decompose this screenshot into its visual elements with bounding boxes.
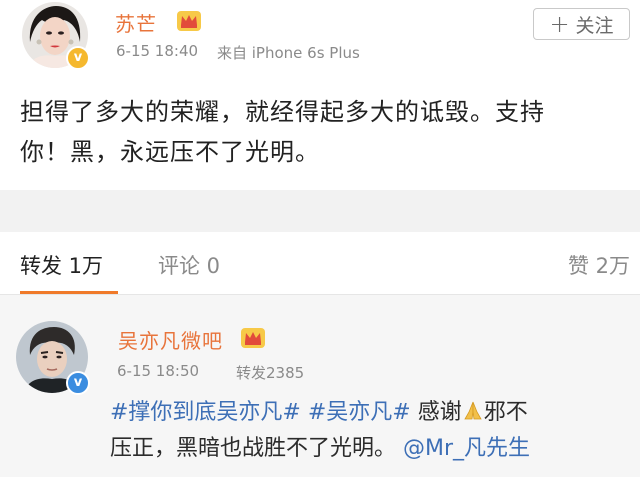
repost-text: #撑你到底吴亦凡# #吴亦凡# 感谢 邪不压正，黑暗也战胜不了光明。 @Mr_凡先… xyxy=(110,395,630,467)
crown-icon xyxy=(241,328,265,348)
post-source: 来自 iPhone 6s Plus xyxy=(217,44,360,62)
post-text: 担得了多大的荣耀，就经得起多大的诋毁。支持 你！黑，永远压不了光明。 xyxy=(20,92,620,172)
interaction-tabs: 转发 1万 评论 0 赞 2万 xyxy=(0,232,640,294)
post-time: 6-15 18:40 xyxy=(116,42,199,60)
repost-count[interactable]: 转发2385 xyxy=(236,362,304,383)
repost-author-name[interactable]: 吴亦凡微吧 xyxy=(118,325,223,354)
pray-icon xyxy=(464,401,482,420)
post-author-name[interactable]: 苏芒 xyxy=(115,8,157,37)
post-text-line-1: 担得了多大的荣耀，就经得起多大的诋毁。支持 xyxy=(20,98,545,126)
tab-comment[interactable]: 评论 0 xyxy=(158,250,220,280)
plus-icon: + xyxy=(549,10,570,38)
post-text-line-2: 你！黑，永远压不了光明。 xyxy=(20,138,320,166)
repost-text-segment: 邪不 xyxy=(483,400,528,425)
repost-text-segment: 感谢 xyxy=(410,400,462,425)
follow-button[interactable]: + 关注 xyxy=(533,8,630,40)
topic-link[interactable]: #吴亦凡# xyxy=(308,400,411,425)
repost-text-line-2: 压正，黑暗也战胜不了光明。 xyxy=(110,436,397,461)
crown-icon xyxy=(177,11,201,31)
post-author-avatar[interactable]: v xyxy=(22,2,90,70)
follow-button-label: 关注 xyxy=(575,14,614,37)
repost-time: 6-15 18:50 xyxy=(117,362,200,380)
verified-badge-icon: v xyxy=(66,46,90,70)
post-card: v 苏芒 6-15 18:40 来自 iPhone 6s Plus + 关注 担… xyxy=(0,0,640,190)
mention-link[interactable]: @Mr_凡先生 xyxy=(403,436,530,461)
tab-repost[interactable]: 转发 1万 xyxy=(20,250,103,280)
tab-like[interactable]: 赞 2万 xyxy=(568,250,630,280)
repost-author-avatar[interactable]: v xyxy=(16,321,90,395)
topic-link[interactable]: #撑你到底吴亦凡# xyxy=(110,400,301,425)
verified-badge-icon: v xyxy=(66,371,90,395)
repost-item: v 吴亦凡微吧 6-15 18:50 转发2385 #撑你到底吴亦凡# #吴亦凡… xyxy=(0,295,640,477)
